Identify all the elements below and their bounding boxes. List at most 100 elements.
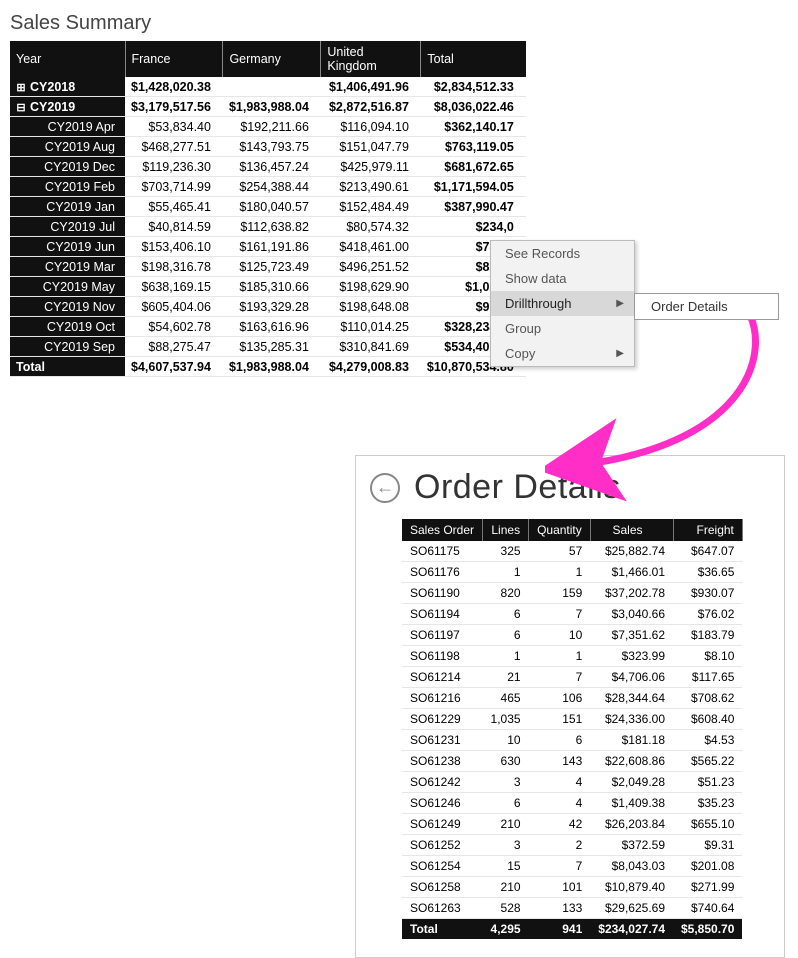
table-row[interactable]: SO6119467$3,040.66$76.02 [402, 604, 742, 625]
row-label: CY2019 Feb [45, 180, 115, 194]
dcol-qty[interactable]: Quantity [529, 519, 591, 541]
col-total[interactable]: Total [421, 41, 526, 77]
table-row[interactable]: SO6124664$1,409.38$35.23 [402, 793, 742, 814]
table-row[interactable]: SO6117611$1,466.01$36.65 [402, 562, 742, 583]
collapse-icon[interactable]: ⊟ [16, 101, 26, 114]
table-row[interactable]: CY2019 Mar$198,316.78$125,723.49$496,251… [10, 257, 526, 277]
table-row[interactable]: CY2019 Jun$153,406.10$161,191.86$418,461… [10, 237, 526, 257]
table-row[interactable]: ⊟CY2019$3,179,517.56$1,983,988.04$2,872,… [10, 97, 526, 117]
row-label: CY2019 Nov [44, 300, 115, 314]
cell-value: 15 [483, 856, 529, 877]
cell-value: $112,638.82 [223, 217, 321, 237]
matrix-header-row: Year France Germany United Kingdom Total [10, 41, 526, 77]
drillthrough-submenu[interactable]: Order Details [634, 293, 779, 320]
table-row[interactable]: SO612291,035151$24,336.00$608.40 [402, 709, 742, 730]
table-row[interactable]: SO61238630143$22,608.86$565.22 [402, 751, 742, 772]
cell-value: $24,336.00 [590, 709, 673, 730]
cell-value: $703,714.99 [125, 177, 223, 197]
ctx-item-drillthrough[interactable]: Drillthrough▶ [491, 291, 634, 316]
cell-value: $29,625.69 [590, 898, 673, 919]
submenu-order-details[interactable]: Order Details [635, 294, 778, 319]
table-row[interactable]: SO61231106$181.18$4.53 [402, 730, 742, 751]
cell-value: 133 [529, 898, 591, 919]
table-row[interactable]: SO61263528133$29,625.69$740.64 [402, 898, 742, 919]
ctx-item-copy[interactable]: Copy▶ [491, 341, 634, 366]
cell-value: 941 [529, 919, 591, 940]
cell-value: $310,841.69 [321, 337, 421, 357]
cell-value: $51.23 [673, 772, 742, 793]
ctx-item-label: See Records [505, 246, 580, 261]
cell-value: $4,279,008.83 [321, 357, 421, 377]
table-row[interactable]: CY2019 Apr$53,834.40$192,211.66$116,094.… [10, 117, 526, 137]
context-menu[interactable]: See RecordsShow dataDrillthrough▶GroupCo… [490, 240, 635, 367]
dcol-freight[interactable]: Freight [673, 519, 742, 541]
table-row[interactable]: CY2019 Aug$468,277.51$143,793.75$151,047… [10, 137, 526, 157]
cell-value: $362,140.17 [421, 117, 526, 137]
table-row[interactable]: Total$4,607,537.94$1,983,988.04$4,279,00… [10, 357, 526, 377]
row-label: CY2019 Dec [44, 160, 115, 174]
cell-value: SO61229 [402, 709, 483, 730]
back-button[interactable]: ← [370, 473, 400, 503]
cell-value: $655.10 [673, 814, 742, 835]
cell-value: 1 [529, 562, 591, 583]
cell-value: SO61214 [402, 667, 483, 688]
table-row[interactable]: SO6119811$323.99$8.10 [402, 646, 742, 667]
table-row[interactable]: SO6124921042$26,203.84$655.10 [402, 814, 742, 835]
col-germany[interactable]: Germany [223, 41, 321, 77]
cell-value: $161,191.86 [223, 237, 321, 257]
dcol-lines[interactable]: Lines [483, 519, 529, 541]
table-row[interactable]: CY2019 Feb$703,714.99$254,388.44$213,490… [10, 177, 526, 197]
table-row[interactable]: SO6117532557$25,882.74$647.07 [402, 541, 742, 562]
col-france[interactable]: France [125, 41, 223, 77]
cell-value: 4 [529, 793, 591, 814]
table-row[interactable]: SO61254157$8,043.03$201.08 [402, 856, 742, 877]
table-row[interactable]: SO61190820159$37,202.78$930.07 [402, 583, 742, 604]
cell-value: $183.79 [673, 625, 742, 646]
table-row[interactable]: SO6125232$372.59$9.31 [402, 835, 742, 856]
col-year[interactable]: Year [10, 41, 125, 77]
chevron-right-icon: ▶ [616, 348, 624, 359]
dcol-sales[interactable]: Sales [590, 519, 673, 541]
ctx-item-group[interactable]: Group [491, 316, 634, 341]
sales-summary-matrix[interactable]: Year France Germany United Kingdom Total… [10, 41, 526, 377]
cell-value: $110,014.25 [321, 317, 421, 337]
order-details-table[interactable]: Sales Order Lines Quantity Sales Freight… [402, 519, 743, 939]
ctx-item-see-records[interactable]: See Records [491, 241, 634, 266]
table-row[interactable]: SO61216465106$28,344.64$708.62 [402, 688, 742, 709]
cell-value: SO61258 [402, 877, 483, 898]
table-row[interactable]: SO61214217$4,706.06$117.65 [402, 667, 742, 688]
col-uk[interactable]: United Kingdom [321, 41, 421, 77]
cell-value: $3,040.66 [590, 604, 673, 625]
table-row[interactable]: CY2019 Jul$40,814.59$112,638.82$80,574.3… [10, 217, 526, 237]
table-row[interactable]: CY2019 May$638,169.15$185,310.66$198,629… [10, 277, 526, 297]
cell-value: $201.08 [673, 856, 742, 877]
dcol-order[interactable]: Sales Order [402, 519, 483, 541]
cell-value: $8,043.03 [590, 856, 673, 877]
table-row[interactable]: CY2019 Oct$54,602.78$163,616.96$110,014.… [10, 317, 526, 337]
table-row[interactable]: CY2019 Dec$119,236.30$136,457.24$425,979… [10, 157, 526, 177]
cell-value: 1 [483, 646, 529, 667]
cell-value: $2,049.28 [590, 772, 673, 793]
ctx-item-label: Drillthrough [505, 296, 571, 311]
arrow-left-icon: ← [376, 477, 394, 498]
cell-value: $36.65 [673, 562, 742, 583]
table-row[interactable]: SO6124234$2,049.28$51.23 [402, 772, 742, 793]
ctx-item-show-data[interactable]: Show data [491, 266, 634, 291]
cell-value: 42 [529, 814, 591, 835]
table-row[interactable]: CY2019 Nov$605,404.06$193,329.28$198,648… [10, 297, 526, 317]
cell-value: $125,723.49 [223, 257, 321, 277]
cell-value: SO61216 [402, 688, 483, 709]
cell-value: $55,465.41 [125, 197, 223, 217]
table-row[interactable]: CY2019 Jan$55,465.41$180,040.57$152,484.… [10, 197, 526, 217]
cell-value: $708.62 [673, 688, 742, 709]
table-row[interactable]: SO61197610$7,351.62$183.79 [402, 625, 742, 646]
cell-value: $193,329.28 [223, 297, 321, 317]
cell-value: $681,672.65 [421, 157, 526, 177]
table-row[interactable]: CY2019 Sep$88,275.47$135,285.31$310,841.… [10, 337, 526, 357]
table-row[interactable]: ⊞CY2018$1,428,020.38$1,406,491.96$2,834,… [10, 77, 526, 97]
cell-value: $2,872,516.87 [321, 97, 421, 117]
cell-value: $740.64 [673, 898, 742, 919]
cell-value: $151,047.79 [321, 137, 421, 157]
table-row[interactable]: SO61258210101$10,879.40$271.99 [402, 877, 742, 898]
expand-icon[interactable]: ⊞ [16, 81, 26, 94]
